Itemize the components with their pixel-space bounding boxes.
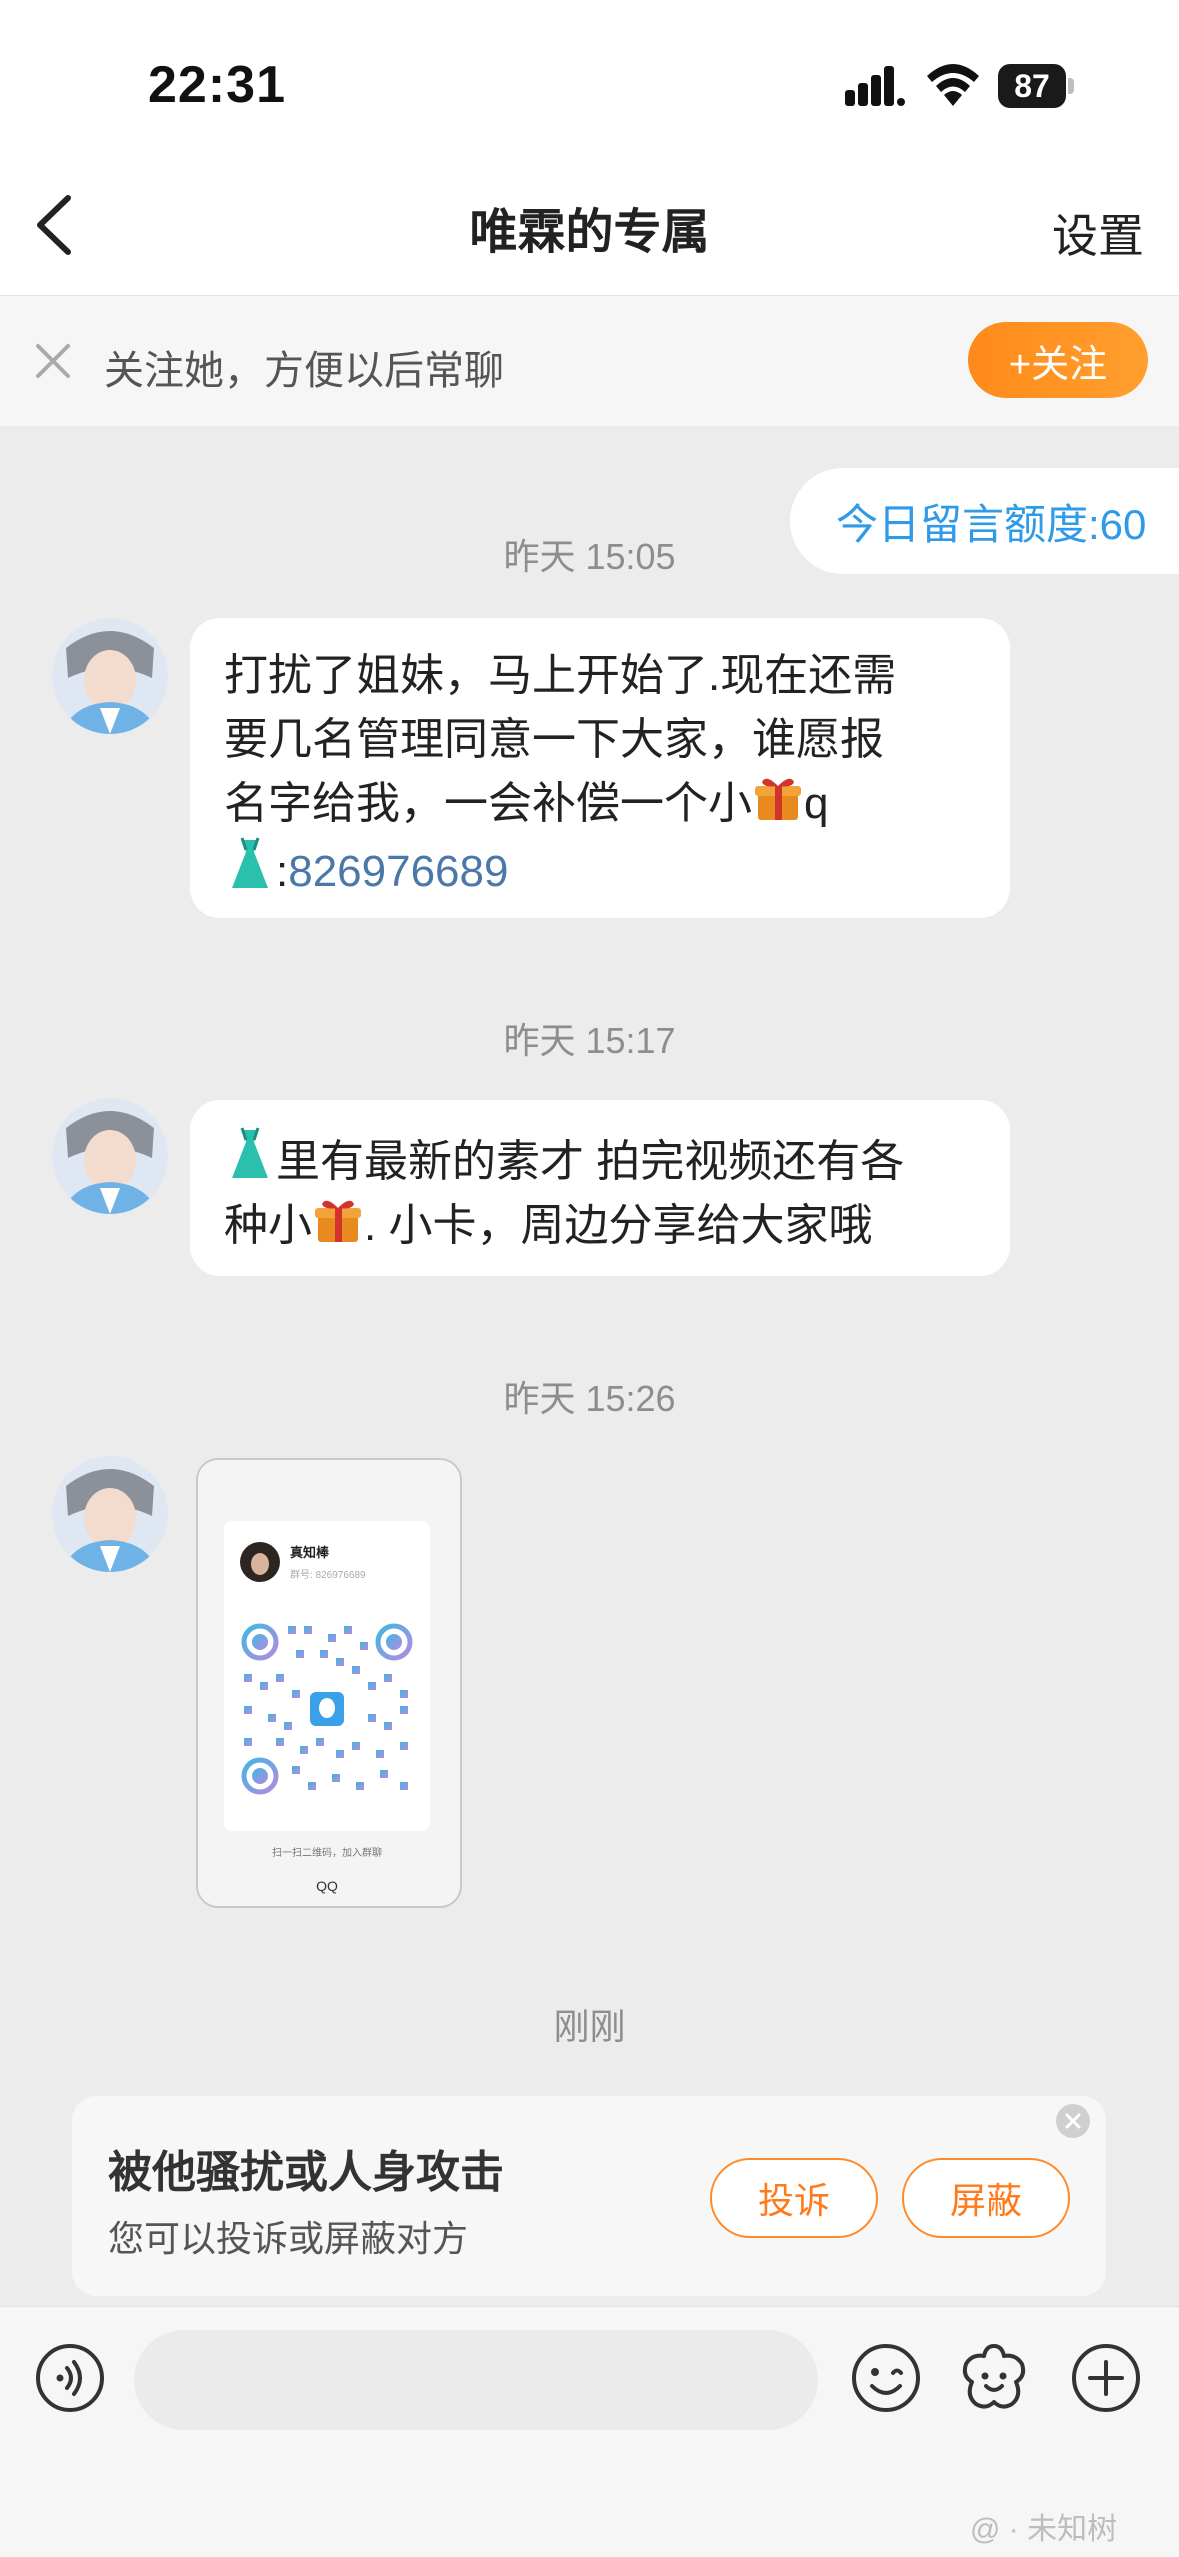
avatar[interactable] <box>52 1098 168 1214</box>
qr-footer-label: QQ <box>316 1878 338 1894</box>
message-line: 种小 . 小卡，周边分享给大家哦 <box>224 1194 974 1258</box>
message-text: : <box>276 847 289 896</box>
qr-hint-text: 扫一扫二维码，加入群聊 <box>272 1848 382 1859</box>
message-timestamp: 昨天 15:26 <box>503 1378 676 1419</box>
report-title: 被他骚扰或人身攻击 <box>108 2148 504 2197</box>
top-bar <box>0 0 1179 295</box>
message-text: 种小 <box>224 1201 312 1250</box>
block-button[interactable]: 屏蔽 <box>902 2158 1070 2238</box>
plus-icon[interactable] <box>1070 2342 1142 2414</box>
message-text: 里有最新的素才 拍完视频还有各 <box>276 1137 905 1186</box>
voice-icon[interactable] <box>34 2342 106 2414</box>
message-text: 名字给我，一会补偿一个小 <box>224 779 752 828</box>
status-time: 22:31 <box>148 56 286 114</box>
message-timestamp: 刚刚 <box>553 2006 626 2047</box>
emoji-icon[interactable] <box>850 2342 922 2414</box>
battery-icon: 87 <box>998 64 1074 108</box>
signal-icon <box>845 66 905 106</box>
message-line: 名字给我，一会补偿一个小 q <box>224 772 974 836</box>
wifi-icon <box>927 64 979 106</box>
gift-emoji <box>315 1200 361 1242</box>
qq-number-link[interactable]: 826976689 <box>288 847 508 896</box>
qr-group-id: 群号: 826976689 <box>290 1570 366 1581</box>
follow-banner: 关注她，方便以后常聊 +关注 <box>0 295 1179 426</box>
dress-emoji <box>232 837 268 888</box>
message-input[interactable] <box>134 2330 818 2430</box>
follow-button[interactable]: +关注 <box>968 322 1148 398</box>
dress-emoji <box>232 1127 268 1178</box>
back-button[interactable] <box>28 190 88 260</box>
gift-emoji <box>755 778 801 820</box>
report-subtitle: 您可以投诉或屏蔽对方 <box>108 2218 469 2259</box>
qr-group-avatar <box>240 1542 280 1582</box>
watermark: @ · 未知树 <box>970 2513 1118 2546</box>
message-bubble[interactable]: 里有最新的素才 拍完视频还有各 种小 . 小卡，周边分享给大家哦 <box>190 1100 1010 1276</box>
message-text: . 小卡，周边分享给大家哦 <box>364 1201 873 1250</box>
message-bubble[interactable]: 打扰了姐妹，马上开始了.现在还需 要几名管理同意一下大家，谁愿报 名字给我，一会… <box>190 618 1010 918</box>
sticker-icon[interactable] <box>956 2340 1032 2416</box>
complain-button[interactable]: 投诉 <box>710 2158 878 2238</box>
message-text: q <box>804 779 829 828</box>
avatar[interactable] <box>52 618 168 734</box>
close-icon[interactable] <box>28 336 78 386</box>
message-line: :826976689 <box>224 836 974 904</box>
message-timestamp: 昨天 15:05 <box>503 536 676 577</box>
avatar[interactable] <box>52 1456 168 1572</box>
qr-group-name: 真知棒 <box>290 1545 330 1560</box>
message-line: 打扰了姐妹，马上开始了.现在还需 <box>224 651 897 700</box>
battery-level: 87 <box>1014 68 1050 104</box>
message-line: 要几名管理同意一下大家，谁愿报 <box>224 715 884 764</box>
qr-code <box>241 1623 413 1795</box>
follow-prompt-text: 关注她，方便以后常聊 <box>104 349 504 393</box>
message-line: 里有最新的素才 拍完视频还有各 <box>224 1126 974 1194</box>
message-timestamp: 昨天 15:17 <box>503 1020 676 1061</box>
settings-button[interactable]: 设置 <box>1052 200 1144 266</box>
close-icon[interactable] <box>1056 2104 1090 2138</box>
